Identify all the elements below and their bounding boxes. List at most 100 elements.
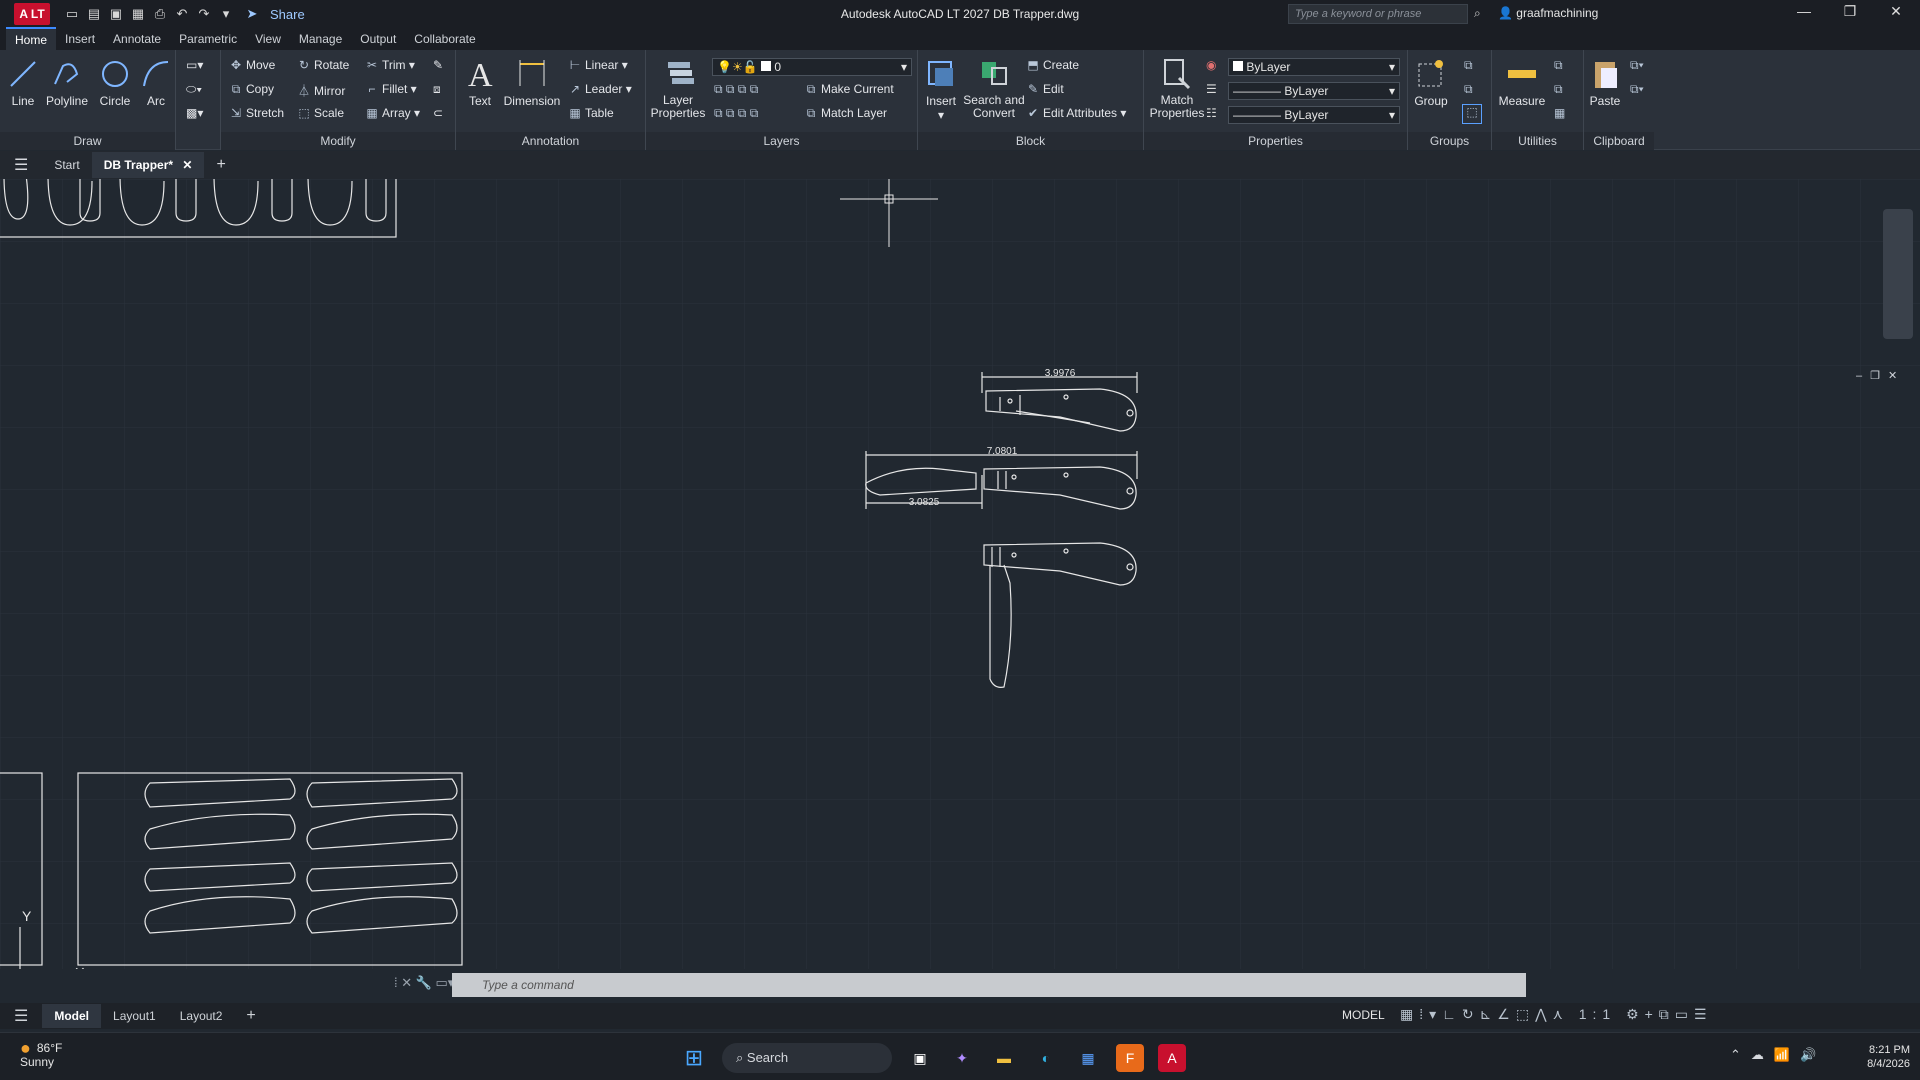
measure-tool[interactable]: Measure	[1494, 56, 1550, 108]
model-space-button[interactable]: MODEL	[1342, 1008, 1385, 1022]
tab-manage[interactable]: Manage	[290, 28, 351, 50]
share-icon[interactable]: ➤	[244, 5, 260, 23]
qat-dropdown-icon[interactable]: ▾	[218, 5, 234, 23]
paste-tool[interactable]: Paste	[1586, 56, 1624, 108]
clipboard-panel-title[interactable]: Clipboard	[1584, 132, 1654, 150]
app-logo[interactable]: A LT	[14, 3, 50, 25]
scale-tool[interactable]: ⬚ Scale	[297, 106, 344, 120]
annotation-panel-title[interactable]: Annotation	[456, 132, 645, 150]
move-tool[interactable]: ✥ Move	[229, 58, 275, 72]
save-icon[interactable]: ▣	[108, 5, 124, 23]
utilities-panel-title[interactable]: Utilities	[1492, 132, 1583, 150]
tab-model[interactable]: Model	[42, 1004, 102, 1028]
draw-panel-title[interactable]: Draw	[0, 132, 175, 150]
leader-tool[interactable]: ↗ Leader ▾	[568, 82, 632, 96]
search-icon[interactable]: ⌕	[1474, 6, 1481, 21]
text-tool[interactable]: A Text	[462, 56, 498, 108]
linetype-dropdown[interactable]: ———— ByLayer ▾	[1228, 106, 1400, 124]
file-explorer-icon[interactable]: ▬	[990, 1044, 1018, 1072]
drawing-canvas[interactable]: 3.9976 7.0801 3.0825 Y ✕ –❐✕	[0, 179, 1920, 969]
undo-icon[interactable]: ↶	[174, 5, 190, 23]
close-tab-icon[interactable]: ✕	[182, 158, 192, 172]
arc-tool[interactable]: Arc	[138, 56, 174, 108]
fillet-tool[interactable]: ⌐ Fillet ▾	[365, 82, 416, 96]
polyline-tool[interactable]: Polyline	[42, 56, 92, 108]
stretch-tool[interactable]: ⇲ Stretch	[229, 106, 284, 120]
tab-db-trapper[interactable]: DB Trapper* ✕	[91, 152, 205, 178]
color-dropdown[interactable]: ByLayer ▾	[1228, 58, 1400, 76]
linear-dim-tool[interactable]: ⊢ Linear ▾	[568, 58, 628, 72]
rectangle-icon[interactable]: ▭▾	[186, 58, 203, 72]
layer-dropdown[interactable]: 💡☀🔓 0 ▾	[712, 58, 912, 76]
trim-tool[interactable]: ✂ Trim ▾	[365, 58, 415, 72]
windows-start-icon[interactable]: ⊞	[680, 1044, 708, 1072]
system-clock[interactable]: 8:21 PM 8/4/2026	[1840, 1043, 1910, 1071]
calculator-icon[interactable]: ▦	[1554, 106, 1565, 120]
group-select-icon[interactable]: ⬚	[1462, 104, 1482, 124]
insert-tool[interactable]: Insert ▾	[922, 56, 960, 122]
system-tray[interactable]: ⌃☁📶🔊	[1730, 1047, 1826, 1063]
viewport-controls[interactable]: –❐✕	[1856, 369, 1905, 382]
layer-tools-row2[interactable]: ⧉ ⧉ ⧉ ⧉	[714, 106, 758, 121]
tab-collaborate[interactable]: Collaborate	[405, 28, 484, 50]
offset-icon[interactable]: ⧈	[433, 82, 441, 97]
make-current-tool[interactable]: ⧉ Make Current	[804, 82, 894, 97]
hatch-icon[interactable]: ▩▾	[186, 106, 203, 120]
command-line-icons[interactable]: ⁞ ✕ 🔧 ▭▾	[394, 975, 454, 991]
match-properties-tool[interactable]: Match Properties	[1148, 56, 1206, 120]
status-toggles[interactable]: ▦⁞▾∟↻⊾∠⬚⋀⋏ 1:1 ⚙+⧉▭☰	[1400, 1006, 1713, 1023]
user-account[interactable]: 👤 graafmachining	[1498, 6, 1598, 20]
tab-parametric[interactable]: Parametric	[170, 28, 246, 50]
open-file-icon[interactable]: ▤	[86, 5, 102, 23]
edit-block-tool[interactable]: ✎ Edit	[1026, 82, 1064, 96]
new-file-icon[interactable]: ▭	[64, 5, 80, 23]
layout-menu-icon[interactable]: ☰	[0, 1003, 42, 1029]
match-layer-tool[interactable]: ⧉ Match Layer	[804, 106, 887, 121]
tab-home[interactable]: Home	[6, 27, 57, 51]
tab-annotate[interactable]: Annotate	[104, 28, 170, 50]
help-search-input[interactable]: Type a keyword or phrase	[1288, 4, 1468, 24]
maximize-button[interactable]: ❐	[1830, 3, 1870, 25]
modify-panel-title[interactable]: Modify	[221, 132, 455, 150]
group-edit-icon[interactable]: ⧉	[1464, 82, 1473, 97]
table-tool[interactable]: ▦ Table	[568, 106, 613, 120]
tab-insert[interactable]: Insert	[56, 28, 104, 50]
weather-widget[interactable]: ● 86°F Sunny	[20, 1039, 62, 1069]
navigation-bar[interactable]	[1883, 209, 1913, 339]
explode-icon[interactable]: ⊂	[433, 106, 443, 120]
edit-attributes-tool[interactable]: ✔ Edit Attributes ▾	[1026, 106, 1126, 120]
erase-icon[interactable]: ✎	[433, 58, 443, 72]
ungroup-icon[interactable]: ⧉	[1464, 58, 1473, 73]
groups-panel-title[interactable]: Groups	[1408, 132, 1491, 150]
command-input[interactable]: Type a command	[452, 973, 1526, 997]
ellipse-icon[interactable]: ⬭▾	[186, 82, 202, 97]
edge-icon[interactable]: ◐	[1032, 1044, 1060, 1072]
taskbar-search[interactable]: ⌕ Search	[722, 1043, 892, 1073]
quick-select-icon[interactable]: ⧉	[1554, 58, 1563, 73]
redo-icon[interactable]: ↷	[196, 5, 212, 23]
share-button[interactable]: Share	[270, 5, 305, 23]
tab-view[interactable]: View	[246, 28, 290, 50]
minimize-button[interactable]: —	[1784, 3, 1824, 25]
tab-start[interactable]: Start	[42, 152, 91, 178]
store-icon[interactable]: ▦	[1074, 1044, 1102, 1072]
new-tab-button[interactable]: +	[204, 150, 237, 180]
mirror-tool[interactable]: ⏃ Mirror	[297, 82, 345, 99]
block-panel-title[interactable]: Block	[918, 132, 1143, 150]
tab-layout2[interactable]: Layout2	[168, 1004, 235, 1028]
annotation-scale[interactable]: 1:1	[1579, 1006, 1616, 1022]
print-icon[interactable]: ⎙	[152, 5, 168, 23]
array-tool[interactable]: ▦ Array ▾	[365, 106, 420, 120]
layer-tools-row1[interactable]: ⧉ ⧉ ⧉ ⧉	[714, 82, 758, 97]
dimension-tool[interactable]: Dimension	[500, 56, 564, 108]
search-and-convert-tool[interactable]: Search and Convert	[962, 56, 1026, 120]
fusion-icon[interactable]: F	[1116, 1044, 1144, 1072]
cut-icon[interactable]: ⧉▾	[1630, 58, 1644, 73]
save-as-icon[interactable]: ▦	[130, 5, 146, 23]
select-all-icon[interactable]: ⧉	[1554, 82, 1563, 97]
circle-tool[interactable]: Circle	[94, 56, 136, 108]
tab-output[interactable]: Output	[351, 28, 405, 50]
close-window-button[interactable]: ✕	[1876, 3, 1916, 25]
tab-layout1[interactable]: Layout1	[101, 1004, 168, 1028]
app-menu-icon[interactable]: ☰	[0, 151, 42, 179]
